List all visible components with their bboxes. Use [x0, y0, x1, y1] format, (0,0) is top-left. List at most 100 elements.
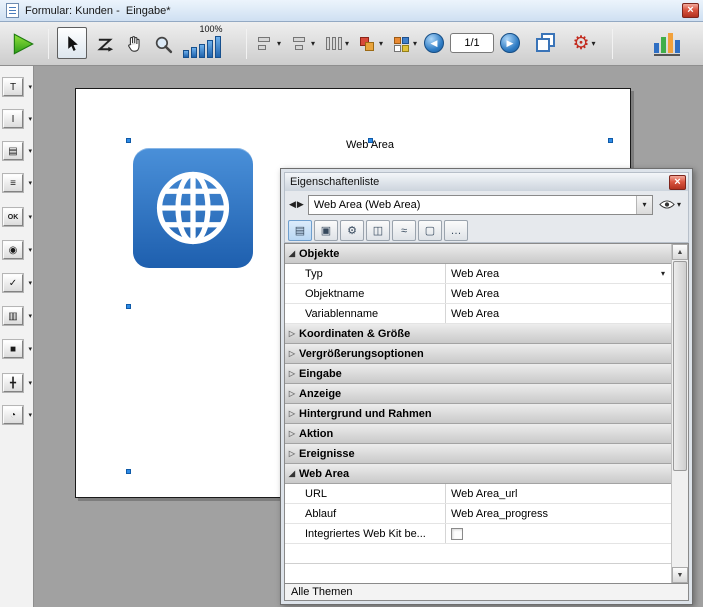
selection-handle[interactable]	[126, 138, 131, 143]
objektname-value-field[interactable]: Web Area	[445, 284, 671, 303]
chevron-down-icon[interactable]: ▾	[311, 40, 315, 48]
more-tab-icon: …	[451, 225, 462, 237]
section-row-aktion[interactable]: ▷ Aktion	[285, 424, 671, 444]
zoom-bars-icon[interactable]	[183, 34, 239, 58]
more-tab[interactable]: …	[444, 220, 468, 241]
typ-value-dropdown[interactable]: Web Area ▾	[445, 264, 671, 283]
section-row-anzeige[interactable]: ▷ Anzeige	[285, 384, 671, 404]
page-tab[interactable]: ▣	[314, 220, 338, 241]
theme-filter-bar[interactable]: Alle Themen	[284, 584, 689, 601]
properties-tab[interactable]: ▤	[288, 220, 312, 241]
select-arrow-tool[interactable]	[57, 27, 87, 59]
plugin-tool[interactable]: ◔▾	[3, 406, 32, 426]
display-options-button[interactable]	[533, 30, 561, 58]
selection-handle[interactable]	[368, 138, 373, 143]
section-row-objekte[interactable]: ◢ Objekte	[285, 244, 671, 264]
distribute-tool[interactable]: ▾	[322, 32, 352, 56]
selection-handle[interactable]	[608, 138, 613, 143]
entry-order-tool[interactable]	[92, 31, 118, 57]
object-selector-combo[interactable]: Web Area (Web Area) ▾	[308, 195, 653, 215]
chevron-down-icon[interactable]: ▾	[28, 180, 32, 188]
window-close-button[interactable]: ×	[682, 3, 699, 18]
selection-handle[interactable]	[126, 304, 131, 309]
chevron-down-icon[interactable]: ▾	[28, 247, 32, 255]
chevron-down-icon[interactable]: ▾	[661, 270, 665, 278]
section-row-ereignisse[interactable]: ▷ Ereignisse	[285, 444, 671, 464]
field-tool[interactable]: I▾	[3, 110, 32, 130]
disclosure-collapsed-icon[interactable]: ▷	[285, 409, 299, 418]
previous-page-button[interactable]: ◀	[424, 33, 444, 53]
chevron-down-icon[interactable]: ▾	[28, 280, 32, 288]
combo-dropdown-button[interactable]: ▾	[636, 196, 652, 214]
run-form-button[interactable]	[6, 29, 40, 59]
checkbox-tool[interactable]: ✓▾	[3, 274, 32, 294]
webkit-checkbox[interactable]	[451, 528, 463, 540]
window-titlebar[interactable]: Formular: Kunden - Eingabe* ×	[0, 0, 703, 22]
disclosure-expanded-icon[interactable]: ◢	[285, 469, 299, 478]
palette-close-button[interactable]: ×	[669, 175, 686, 190]
object-order-tool[interactable]: ▾	[356, 32, 386, 56]
list-forms-button[interactable]	[652, 30, 682, 58]
settings-tab-icon: ⚙	[347, 224, 357, 237]
disclosure-collapsed-icon[interactable]: ▷	[285, 369, 299, 378]
align-center-tool[interactable]: ▾	[288, 32, 318, 56]
chevron-down-icon[interactable]: ▾	[345, 40, 349, 48]
settings-tab[interactable]: ⚙	[340, 220, 364, 241]
zoom-tool[interactable]	[150, 31, 176, 57]
scrollbar-thumb[interactable]	[673, 261, 687, 471]
chevron-down-icon[interactable]: ▾	[413, 40, 417, 48]
display-tab[interactable]: ▢	[418, 220, 442, 241]
windows-tab[interactable]: ◫	[366, 220, 390, 241]
chevron-down-icon[interactable]: ▾	[677, 201, 681, 209]
columns-tool[interactable]: ▥▾	[3, 307, 32, 327]
selection-handle[interactable]	[126, 469, 131, 474]
combobox-tool[interactable]: ≡▾	[3, 174, 32, 194]
view-options-button[interactable]: ▾	[656, 195, 684, 215]
scroll-up-button[interactable]: ▲	[672, 244, 688, 260]
palette-titlebar[interactable]: Eigenschaftenliste ×	[284, 172, 689, 191]
splitter-tool[interactable]: ╋▾	[3, 374, 32, 394]
execute-settings-button[interactable]: ⚙ ▾	[567, 30, 601, 58]
events-tab[interactable]: ≈	[392, 220, 416, 241]
property-row-ablauf: Ablauf Web Area_progress	[285, 504, 671, 524]
chevron-down-icon[interactable]: ▾	[28, 148, 32, 156]
object-nav-arrows[interactable]: ◀▶	[289, 199, 305, 210]
section-row-web-area[interactable]: ◢ Web Area	[285, 464, 671, 484]
disclosure-collapsed-icon[interactable]: ▷	[285, 329, 299, 338]
disclosure-collapsed-icon[interactable]: ▷	[285, 389, 299, 398]
chevron-down-icon[interactable]: ▾	[28, 412, 32, 420]
disclosure-collapsed-icon[interactable]: ▷	[285, 449, 299, 458]
rectangle-tool[interactable]: ■▾	[3, 340, 32, 360]
align-left-tool[interactable]: ▾	[254, 32, 284, 56]
property-grid-scrollbar[interactable]: ▲ ▼	[671, 244, 688, 583]
chevron-down-icon[interactable]: ▾	[28, 380, 32, 388]
color-tool[interactable]: ▾	[390, 32, 420, 56]
chevron-down-icon[interactable]: ▾	[379, 40, 383, 48]
ablauf-value-field[interactable]: Web Area_progress	[445, 504, 671, 523]
disclosure-collapsed-icon[interactable]: ▷	[285, 429, 299, 438]
disclosure-collapsed-icon[interactable]: ▷	[285, 349, 299, 358]
chevron-down-icon[interactable]: ▾	[277, 40, 281, 48]
disclosure-expanded-icon[interactable]: ◢	[285, 249, 299, 258]
next-page-button[interactable]: ▶	[500, 33, 520, 53]
section-row-koordinaten[interactable]: ▷ Koordinaten & Größe	[285, 324, 671, 344]
listbox-tool[interactable]: ▤▾	[3, 142, 32, 162]
radio-tool[interactable]: ◉▾	[3, 241, 32, 261]
chevron-down-icon[interactable]: ▾	[28, 313, 32, 321]
button-tool[interactable]: OK▾	[3, 208, 32, 228]
variablenname-value-field[interactable]: Web Area	[445, 304, 671, 323]
chevron-down-icon[interactable]: ▾	[28, 346, 32, 354]
section-row-hintergrund[interactable]: ▷ Hintergrund und Rahmen	[285, 404, 671, 424]
zoom-level-widget[interactable]: 100%	[183, 24, 239, 58]
chevron-down-icon[interactable]: ▾	[28, 116, 32, 124]
scroll-down-button[interactable]: ▼	[672, 567, 688, 583]
section-row-vergroesserung[interactable]: ▷ Vergrößerungsoptionen	[285, 344, 671, 364]
magnifier-icon	[154, 35, 173, 54]
text-tool[interactable]: T▾	[3, 78, 32, 98]
chevron-down-icon[interactable]: ▾	[28, 214, 32, 222]
chevron-down-icon[interactable]: ▾	[28, 84, 32, 92]
chevron-down-icon[interactable]: ▾	[592, 40, 596, 48]
move-hand-tool[interactable]	[121, 31, 147, 57]
url-value-field[interactable]: Web Area_url	[445, 484, 671, 503]
section-row-eingabe[interactable]: ▷ Eingabe	[285, 364, 671, 384]
